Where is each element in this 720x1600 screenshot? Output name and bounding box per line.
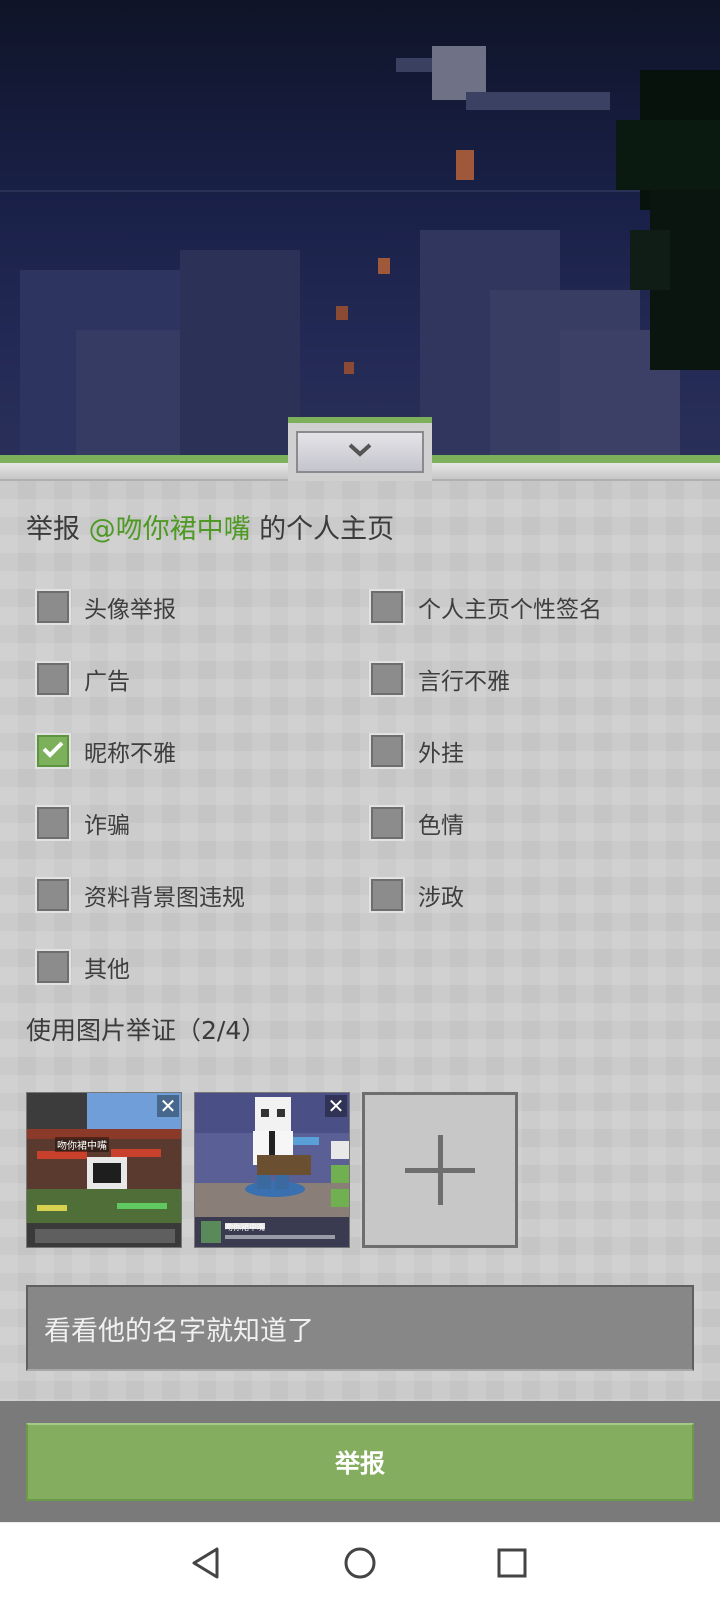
checkbox[interactable] bbox=[35, 589, 71, 625]
remove-image-button[interactable]: ✕ bbox=[157, 1095, 179, 1117]
option-background[interactable]: 资料背景图违规 bbox=[35, 875, 245, 915]
back-icon[interactable] bbox=[184, 1541, 228, 1585]
add-image-button[interactable] bbox=[362, 1092, 518, 1248]
thumbnail-caption: 吻你裙中嘴 bbox=[225, 1223, 265, 1232]
checkbox[interactable] bbox=[369, 733, 405, 769]
option-other[interactable]: 其他 bbox=[35, 947, 130, 987]
checkbox[interactable] bbox=[369, 661, 405, 697]
option-label: 色情 bbox=[418, 813, 464, 839]
option-cheat[interactable]: 外挂 bbox=[369, 731, 464, 771]
option-ads[interactable]: 广告 bbox=[35, 659, 130, 699]
description-input[interactable]: 看看他的名字就知道了 bbox=[26, 1285, 694, 1371]
option-label: 广告 bbox=[84, 669, 130, 695]
option-fraud[interactable]: 诈骗 bbox=[35, 803, 130, 843]
collapse-button[interactable] bbox=[296, 431, 424, 473]
option-speech[interactable]: 言行不雅 bbox=[369, 659, 510, 699]
option-label: 涉政 bbox=[418, 885, 464, 911]
remove-image-button[interactable]: ✕ bbox=[325, 1095, 347, 1117]
collapse-tab bbox=[288, 417, 432, 481]
evidence-thumbnail-2[interactable]: 吻你裙中嘴 ✕ bbox=[194, 1092, 350, 1248]
thumbnail-caption: 吻你裙中嘴 bbox=[55, 1137, 109, 1152]
chevron-down-icon bbox=[346, 441, 374, 463]
checkbox[interactable] bbox=[369, 877, 405, 913]
checkmark-icon bbox=[41, 739, 65, 763]
minecraft-night-background bbox=[0, 0, 720, 470]
evidence-title: 使用图片举证（2/4） bbox=[26, 1016, 267, 1045]
option-nickname[interactable]: 昵称不雅 bbox=[35, 731, 176, 771]
option-label: 诈骗 bbox=[84, 813, 130, 839]
home-icon[interactable] bbox=[338, 1541, 382, 1585]
footer-bar: 举报 bbox=[0, 1401, 720, 1522]
option-label: 个人主页个性签名 bbox=[418, 597, 602, 623]
option-porn[interactable]: 色情 bbox=[369, 803, 464, 843]
checkbox[interactable] bbox=[369, 589, 405, 625]
report-prefix: 举报 bbox=[26, 514, 89, 545]
option-label: 其他 bbox=[84, 957, 130, 983]
report-submit-button[interactable]: 举报 bbox=[26, 1423, 694, 1501]
checkbox-checked[interactable] bbox=[35, 733, 71, 769]
recents-icon[interactable] bbox=[490, 1541, 534, 1585]
checkbox[interactable] bbox=[35, 661, 71, 697]
option-label: 资料背景图违规 bbox=[84, 885, 245, 911]
checkbox[interactable] bbox=[35, 949, 71, 985]
evidence-thumbnail-1[interactable]: 吻你裙中嘴 ✕ bbox=[26, 1092, 182, 1248]
option-signature[interactable]: 个人主页个性签名 bbox=[369, 587, 602, 627]
checkbox[interactable] bbox=[35, 805, 71, 841]
option-label: 外挂 bbox=[418, 741, 464, 767]
reported-username[interactable]: @吻你裙中嘴 bbox=[89, 514, 251, 545]
system-navigation-bar bbox=[0, 1522, 720, 1600]
report-suffix: 的个人主页 bbox=[250, 514, 395, 545]
option-politics[interactable]: 涉政 bbox=[369, 875, 464, 915]
report-panel: 举报 @吻你裙中嘴 的个人主页 头像举报 个人主页个性签名 广告 言行不雅 昵称… bbox=[0, 481, 720, 1401]
option-label: 言行不雅 bbox=[418, 669, 510, 695]
checkbox[interactable] bbox=[369, 805, 405, 841]
option-label: 昵称不雅 bbox=[84, 741, 176, 767]
report-heading: 举报 @吻你裙中嘴 的个人主页 bbox=[26, 507, 394, 546]
option-label: 头像举报 bbox=[84, 597, 176, 623]
checkbox[interactable] bbox=[35, 877, 71, 913]
option-avatar[interactable]: 头像举报 bbox=[35, 587, 176, 627]
